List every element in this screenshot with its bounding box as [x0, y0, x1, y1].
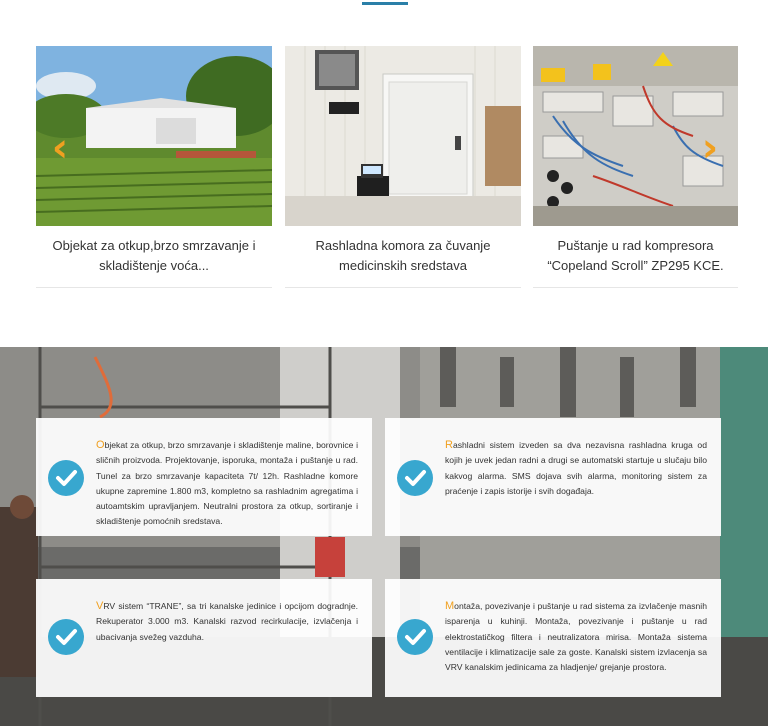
project-caption[interactable]: Rashladna komora za čuvanje medicinskih … [285, 236, 521, 276]
feature-initial: R [445, 439, 453, 451]
project-caption[interactable]: Puštanje u rad kompresora “Copeland Scro… [533, 236, 738, 276]
chevron-right-icon[interactable]: › [696, 128, 724, 168]
check-circle-icon [397, 619, 433, 655]
feature-text: Objekat za otkup, brzo smrzavanje i skla… [96, 438, 358, 530]
project-card[interactable]: Rashladna komora za čuvanje medicinskih … [285, 46, 521, 288]
feature-text: Montaža, povezivanje i puštanje u rad si… [445, 599, 707, 675]
feature-text: Rashladni sistem izveden sa dva nezavisn… [445, 438, 707, 499]
feature-card: VRV sistem “TRANE”, sa tri kanalske jedi… [36, 579, 372, 697]
feature-text: VRV sistem “TRANE”, sa tri kanalske jedi… [96, 599, 358, 645]
feature-card: Montaža, povezivanje i puštanje u rad si… [385, 579, 721, 697]
check-circle-icon [48, 619, 84, 655]
feature-card: Objekat za otkup, brzo smrzavanje i skla… [36, 418, 372, 536]
card-divider [36, 287, 272, 288]
feature-body: ontaža, povezivanje i puštanje u rad sis… [445, 601, 707, 673]
projects-carousel: Objekat za otkup,brzo smrzavanje i sklad… [36, 46, 738, 288]
feature-body: bjekat za otkup, brzo smrzavanje i sklad… [96, 440, 358, 527]
features-section: Objekat za otkup, brzo smrzavanje i skla… [0, 347, 768, 726]
project-image-cold-room[interactable] [285, 46, 521, 226]
chevron-left-icon[interactable]: ‹ [46, 128, 74, 168]
section-divider-accent [362, 2, 408, 5]
feature-initial: O [96, 439, 105, 451]
feature-body: RV sistem “TRANE”, sa tri kanalske jedin… [96, 601, 358, 642]
card-divider [285, 287, 521, 288]
check-circle-icon [48, 460, 84, 496]
card-divider [533, 287, 738, 288]
feature-body: ashladni sistem izveden sa dva nezavisna… [445, 440, 707, 496]
project-caption[interactable]: Objekat za otkup,brzo smrzavanje i sklad… [36, 236, 272, 276]
check-circle-icon [397, 460, 433, 496]
feature-card: Rashladni sistem izveden sa dva nezavisn… [385, 418, 721, 536]
feature-initial: M [445, 600, 455, 612]
